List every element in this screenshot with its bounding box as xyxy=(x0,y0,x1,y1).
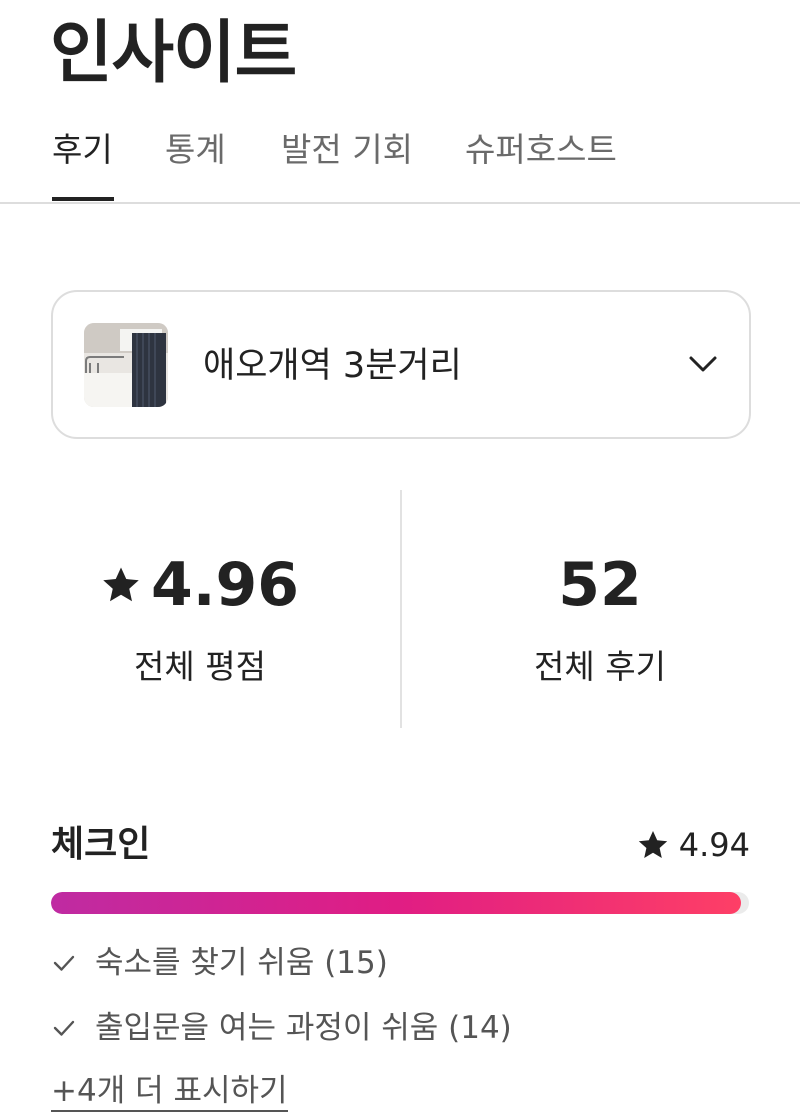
tabs-divider xyxy=(0,202,800,204)
category-rating-bar xyxy=(51,892,749,914)
listing-thumbnail xyxy=(84,323,168,407)
total-reviews-stat: 52 전체 후기 xyxy=(400,540,800,690)
star-icon xyxy=(103,567,139,602)
chevron-down-icon xyxy=(689,356,717,372)
highlight-text: 숙소를 찾기 쉬움 (15) xyxy=(95,945,388,981)
tab-reviews[interactable]: 후기 xyxy=(52,130,113,170)
total-reviews-value: 52 xyxy=(558,550,642,620)
insights-page: 인사이트 후기 통계 발전 기회 슈퍼호스트 애오개역 3분거리 4.96 전체… xyxy=(0,0,800,1119)
highlight-item: 출입문을 여는 과정이 쉬움 (14) xyxy=(51,1008,512,1048)
total-reviews-label: 전체 후기 xyxy=(534,647,666,686)
category-rating: 4.94 xyxy=(637,824,750,866)
highlight-item: 숙소를 찾기 쉬움 (15) xyxy=(51,943,388,983)
highlight-text: 출입문을 여는 과정이 쉬움 (14) xyxy=(95,1010,512,1046)
active-tab-indicator xyxy=(52,197,114,201)
listing-photo xyxy=(84,323,168,407)
star-icon xyxy=(638,831,667,858)
tab-superhost[interactable]: 슈퍼호스트 xyxy=(465,130,617,170)
listing-selector[interactable]: 애오개역 3분거리 xyxy=(51,290,751,439)
page-title: 인사이트 xyxy=(50,14,297,93)
tab-opportunities[interactable]: 발전 기회 xyxy=(281,130,413,170)
overall-rating-value: 4.96 xyxy=(150,550,300,620)
tab-bar: 후기 통계 발전 기회 슈퍼호스트 xyxy=(0,118,800,206)
category-rating-fill xyxy=(51,892,741,914)
listing-name: 애오개역 3분거리 xyxy=(203,346,462,386)
check-icon xyxy=(53,1020,75,1036)
show-more-link[interactable]: +4개 더 표시하기 xyxy=(51,1072,288,1112)
check-icon xyxy=(53,955,75,971)
category-title: 체크인 xyxy=(51,824,151,865)
category-rating-value: 4.94 xyxy=(678,826,750,864)
overall-rating-stat: 4.96 전체 평점 xyxy=(0,540,400,690)
overall-rating-label: 전체 평점 xyxy=(134,647,266,686)
tab-statistics[interactable]: 통계 xyxy=(165,130,226,170)
